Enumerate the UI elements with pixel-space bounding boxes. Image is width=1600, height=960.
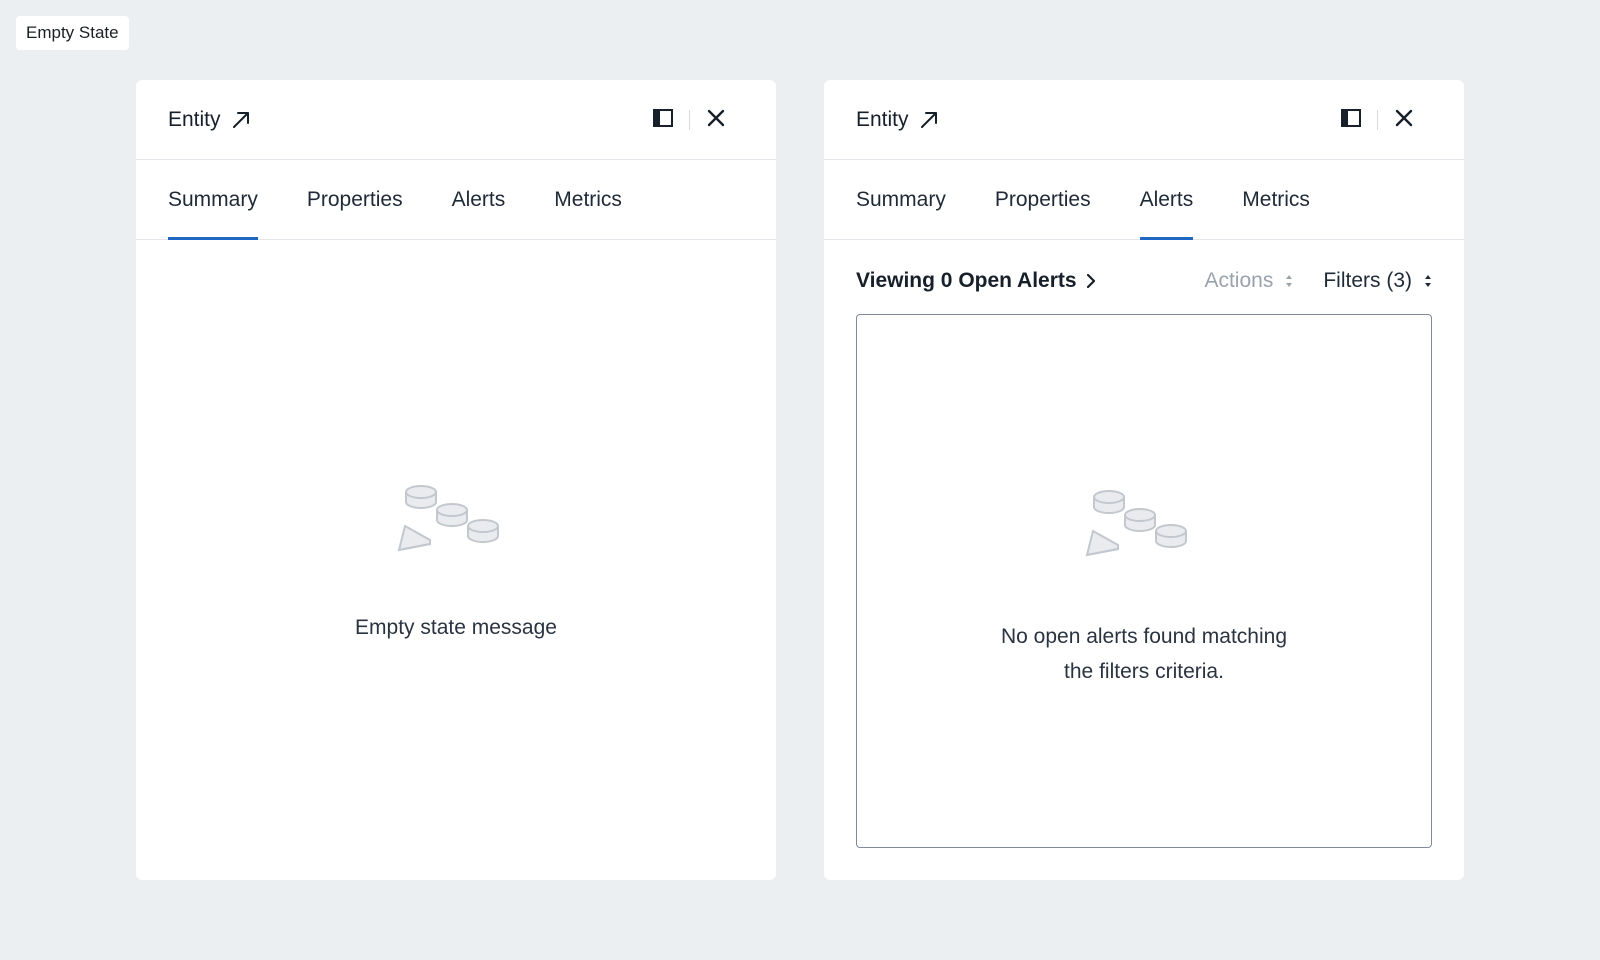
panel-dock-icon <box>1340 108 1362 133</box>
header-divider <box>689 110 690 130</box>
tab-summary[interactable]: Summary <box>856 160 946 239</box>
tab-properties[interactable]: Properties <box>995 160 1091 239</box>
entity-title-link[interactable]: Entity <box>856 108 939 132</box>
panel-header: Entity <box>136 80 776 160</box>
empty-state-message: Empty state message <box>355 616 557 639</box>
page-label: Empty State <box>16 16 129 50</box>
sort-updown-icon <box>1424 274 1432 288</box>
empty-shapes-illustration <box>396 482 506 559</box>
alerts-list: No open alerts found matching the filter… <box>856 314 1432 848</box>
filters-label: Filters (3) <box>1323 269 1412 292</box>
close-button[interactable] <box>702 106 730 134</box>
entity-panel-summary: Entity Summary Properties Alerts Metrics <box>136 80 776 880</box>
tab-summary[interactable]: Summary <box>168 160 258 240</box>
arrow-up-right-icon <box>919 110 939 130</box>
tab-metrics[interactable]: Metrics <box>1242 160 1310 239</box>
entity-panel-alerts: Entity Summary Properties Alerts Metrics <box>824 80 1464 880</box>
arrow-up-right-icon <box>231 110 251 130</box>
entity-title-link[interactable]: Entity <box>168 108 251 132</box>
panel-header: Entity <box>824 80 1464 160</box>
entity-title: Entity <box>168 107 221 131</box>
close-icon <box>707 109 725 132</box>
dock-panel-button[interactable] <box>1337 106 1365 134</box>
tab-bar: Summary Properties Alerts Metrics <box>824 160 1464 240</box>
dock-panel-button[interactable] <box>649 106 677 134</box>
filters-dropdown[interactable]: Filters (3) <box>1323 269 1432 293</box>
tab-alerts[interactable]: Alerts <box>452 160 506 239</box>
panel-dock-icon <box>652 108 674 133</box>
no-alerts-message-line2: the filters criteria. <box>1064 660 1224 683</box>
viewing-label: Viewing 0 Open Alerts <box>856 269 1077 292</box>
tab-metrics[interactable]: Metrics <box>554 160 622 239</box>
viewing-open-alerts-link[interactable]: Viewing 0 Open Alerts <box>856 269 1095 293</box>
header-actions <box>649 80 730 160</box>
close-button[interactable] <box>1390 106 1418 134</box>
actions-dropdown[interactable]: Actions <box>1204 269 1293 293</box>
close-icon <box>1395 109 1413 132</box>
empty-shapes-illustration <box>1084 487 1194 564</box>
tab-alerts[interactable]: Alerts <box>1139 160 1193 240</box>
toolbar-right: Actions Filters (3) <box>1204 269 1432 293</box>
sort-updown-icon <box>1285 274 1293 288</box>
chevron-right-icon <box>1086 274 1095 288</box>
tab-properties[interactable]: Properties <box>307 160 403 239</box>
header-actions <box>1337 80 1418 160</box>
no-alerts-message-line1: No open alerts found matching <box>1000 625 1287 648</box>
no-alerts-message: No open alerts found matching the filter… <box>857 619 1431 689</box>
tab-bar: Summary Properties Alerts Metrics <box>136 160 776 240</box>
alerts-toolbar: Viewing 0 Open Alerts Actions Filters (3… <box>856 266 1432 296</box>
header-divider <box>1377 110 1378 130</box>
entity-title: Entity <box>856 107 909 131</box>
actions-label: Actions <box>1204 269 1274 292</box>
